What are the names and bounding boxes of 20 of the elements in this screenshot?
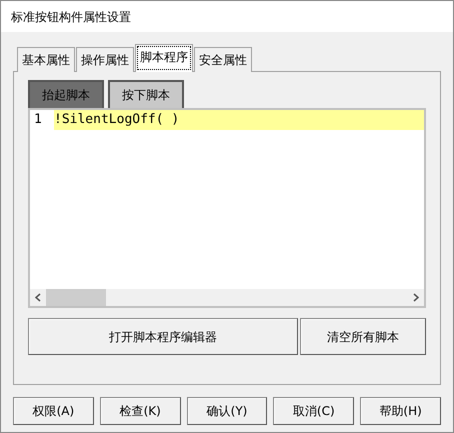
line-number: 1 (34, 111, 43, 129)
tab[interactable]: 基本属性 (17, 47, 75, 72)
action-button[interactable]: 打开脚本程序编辑器 (28, 318, 298, 355)
dialog-button[interactable]: 取消(C) (273, 397, 354, 425)
action-button[interactable]: 清空所有脚本 (300, 318, 426, 355)
script-tab[interactable]: 按下脚本 (108, 80, 184, 108)
dialog-button[interactable]: 确认(Y) (186, 397, 268, 425)
script-tab[interactable]: 抬起脚本 (28, 80, 104, 108)
window-title: 标准按钮构件属性设置 (0, 0, 454, 32)
tab[interactable]: 安全属性 (194, 47, 252, 72)
scroll-left-icon[interactable] (35, 292, 41, 302)
tab[interactable]: 脚本程序 (135, 44, 193, 72)
dialog-button[interactable]: 帮助(H) (360, 397, 441, 425)
scroll-thumb[interactable] (46, 289, 106, 306)
horizontal-scrollbar[interactable] (30, 289, 424, 306)
dialog-button[interactable]: 权限(A) (13, 397, 94, 425)
dialog-button[interactable]: 检查(K) (100, 397, 181, 425)
tab[interactable]: 操作属性 (76, 47, 134, 72)
scroll-right-icon[interactable] (413, 292, 419, 302)
script-editor[interactable]: 1 !SilentLogOff( ) (28, 108, 426, 308)
